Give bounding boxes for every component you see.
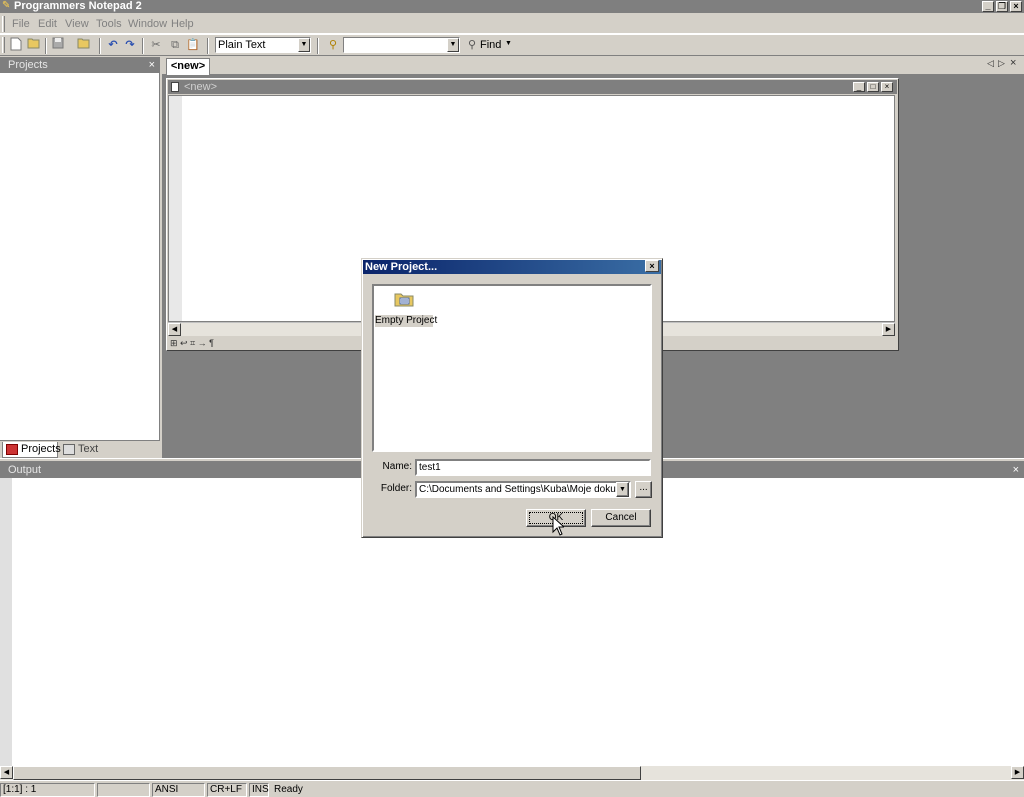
- undo-icon[interactable]: ↶: [105, 37, 121, 53]
- open-icon[interactable]: [26, 37, 42, 53]
- restore-button[interactable]: ❐: [996, 1, 1008, 12]
- folder-label: Folder:: [380, 483, 412, 494]
- doc-close-button[interactable]: ×: [881, 82, 893, 92]
- close-button[interactable]: ×: [1010, 1, 1022, 12]
- redo-icon[interactable]: ↷: [122, 37, 138, 53]
- chevron-down-icon[interactable]: ▼: [447, 38, 459, 52]
- name-value: test1: [419, 462, 441, 473]
- output-panel-title: Output: [8, 464, 42, 476]
- projects-panel: [0, 57, 160, 458]
- folder-combo[interactable]: C:\Documents and Settings\Kuba\Moje doku…: [415, 481, 631, 498]
- tab-new-document[interactable]: <new>: [166, 58, 210, 75]
- folder-value: C:\Documents and Settings\Kuba\Moje doku…: [419, 484, 631, 495]
- name-field[interactable]: test1: [415, 459, 651, 476]
- toolbar-separator: [142, 38, 144, 54]
- document-icon: [171, 82, 179, 92]
- menu-edit[interactable]: Edit: [38, 17, 57, 31]
- scroll-left-icon[interactable]: ◀: [168, 323, 181, 336]
- scroll-right-icon[interactable]: ▶: [882, 323, 895, 336]
- search-input[interactable]: ▼: [343, 37, 460, 53]
- document-titlebar: <new> _ □ ×: [168, 80, 897, 94]
- dialog-close-button[interactable]: ×: [645, 260, 659, 272]
- cut-icon[interactable]: ✂: [148, 37, 164, 53]
- toolbar-grip: [2, 37, 5, 53]
- toolbar: ↶ ↷ ✂ ⧉ 📋 Plain Text ▼ ⚲ ▼ ⚲ Find ▼: [0, 34, 1024, 56]
- toolbar-separator: [99, 38, 101, 54]
- status-empty: [97, 783, 150, 797]
- scroll-left-icon[interactable]: ◀: [0, 766, 13, 779]
- text-clips-icon: [63, 444, 75, 455]
- search-binoculars-icon[interactable]: ⚲: [325, 37, 341, 53]
- menu-tools[interactable]: Tools: [96, 17, 122, 31]
- find-button[interactable]: Find: [480, 39, 501, 51]
- menu-grip: [2, 16, 5, 32]
- doc-minimize-button[interactable]: _: [853, 82, 865, 92]
- window-title: Programmers Notepad 2: [14, 0, 142, 12]
- tab-prev-icon[interactable]: ◁: [987, 58, 994, 69]
- toolbar-separator: [317, 38, 319, 54]
- tab-projects[interactable]: Projects: [2, 442, 61, 458]
- close-icon[interactable]: ×: [1010, 57, 1016, 69]
- projects-panel-header: Projects ×: [0, 57, 160, 73]
- editor-margin: [169, 96, 182, 321]
- find-icon[interactable]: ⚲: [464, 37, 480, 53]
- projects-panel-title: Projects: [8, 59, 48, 71]
- menu-file[interactable]: File: [12, 17, 30, 31]
- dialog-title: New Project...: [365, 261, 438, 273]
- cancel-button[interactable]: Cancel: [591, 509, 651, 527]
- projects-icon: [6, 444, 18, 455]
- name-label: Name:: [382, 461, 412, 472]
- dialog-titlebar: New Project...: [363, 260, 661, 274]
- open-folder-icon[interactable]: [76, 37, 92, 53]
- scroll-right-icon[interactable]: ▶: [1011, 766, 1024, 779]
- minimize-button[interactable]: _: [982, 1, 994, 12]
- chevron-down-icon[interactable]: ▼: [616, 482, 629, 497]
- toolbar-separator: [207, 38, 209, 54]
- empty-project-label: Empty Project: [375, 315, 438, 327]
- chevron-down-icon[interactable]: ▼: [298, 38, 310, 52]
- document-tabstrip: [162, 57, 1024, 75]
- list-item[interactable]: Empty Project: [374, 289, 438, 329]
- dropdown-icon[interactable]: ▼: [505, 40, 512, 47]
- scheme-value: Plain Text: [218, 39, 266, 51]
- status-position: [1:1] : 1: [0, 783, 95, 797]
- empty-project-icon: [394, 291, 414, 307]
- new-file-icon[interactable]: [8, 37, 24, 53]
- status-line-endings: CR+LF: [207, 783, 247, 797]
- scheme-select[interactable]: Plain Text ▼: [215, 37, 311, 53]
- menu-view[interactable]: View: [65, 17, 89, 31]
- close-icon[interactable]: ×: [1013, 462, 1019, 478]
- status-text: Ready: [274, 784, 303, 795]
- menu-window[interactable]: Window: [128, 17, 167, 31]
- copy-icon[interactable]: ⧉: [167, 37, 183, 53]
- scrollbar-thumb[interactable]: [13, 766, 641, 780]
- status-bar: [1:1] : 1 ANSI CR+LF INS Ready: [0, 780, 1024, 797]
- window-titlebar: ✎ Programmers Notepad 2 _ ❐ ×: [0, 0, 1024, 13]
- projects-panel-tabs: Projects Text Clips: [0, 440, 160, 470]
- browse-button[interactable]: ...: [635, 481, 652, 498]
- document-title: <new>: [184, 81, 218, 93]
- status-encoding: ANSI: [152, 783, 205, 797]
- menu-help[interactable]: Help: [171, 17, 194, 31]
- status-mode: INS: [249, 783, 269, 797]
- paste-icon[interactable]: 📋: [185, 37, 201, 53]
- menu-bar: File Edit View Tools Window Help: [0, 14, 1024, 34]
- app-icon: ✎: [2, 0, 11, 11]
- save-icon[interactable]: [50, 37, 66, 53]
- tab-next-icon[interactable]: ▷: [998, 58, 1005, 69]
- output-margin: [0, 478, 12, 766]
- doc-maximize-button[interactable]: □: [867, 82, 879, 92]
- mouse-cursor: [552, 515, 566, 536]
- close-icon[interactable]: ×: [149, 57, 155, 73]
- tab-projects-label: Projects: [21, 443, 61, 455]
- tab-text-clips[interactable]: Text Clips: [60, 442, 122, 470]
- toolbar-separator: [45, 38, 47, 54]
